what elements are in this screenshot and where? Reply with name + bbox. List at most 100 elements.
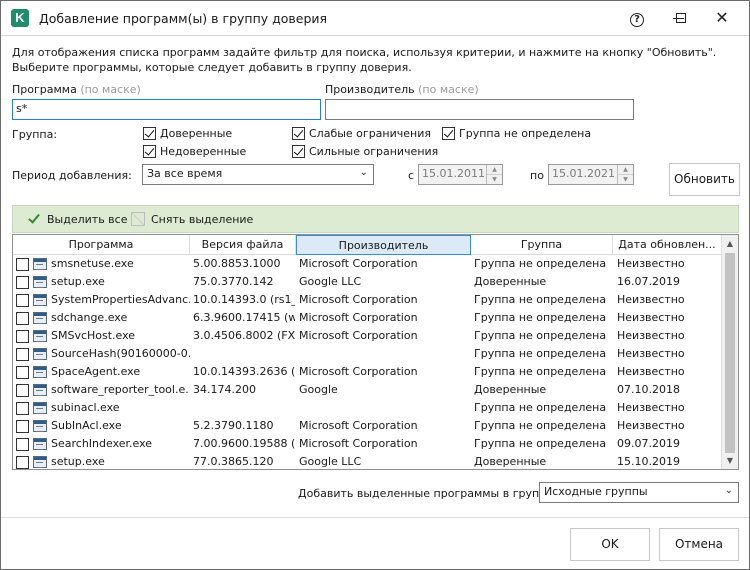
cell-group: Группа не определена bbox=[474, 365, 607, 378]
refresh-button[interactable]: Обновить bbox=[669, 163, 740, 196]
scroll-up-icon[interactable]: ▲ bbox=[722, 235, 738, 252]
table-row[interactable]: SMSvcHost.exe 3.0.4506.8002 (FX... Micro… bbox=[13, 327, 722, 345]
cell-vendor: Microsoft Corporation bbox=[299, 329, 418, 342]
application-icon bbox=[33, 348, 47, 360]
cell-program: software_reporter_tool.e... bbox=[51, 383, 190, 396]
help-button[interactable]: ? bbox=[624, 7, 650, 29]
program-label-text: Программа bbox=[12, 83, 77, 96]
title-bar[interactable]: K Добавление программ(ы) в группу довери… bbox=[1, 1, 749, 36]
table-row[interactable]: setup.exe 77.0.3865.120 Google LLC Довер… bbox=[13, 453, 722, 469]
cell-date: Неизвестно bbox=[617, 311, 685, 324]
window-title: Добавление программ(ы) в группу доверия bbox=[39, 11, 328, 26]
table-row[interactable]: SystemPropertiesAdvanc... 10.0.14393.0 (… bbox=[13, 291, 722, 309]
row-checkbox[interactable] bbox=[16, 348, 29, 361]
row-checkbox[interactable] bbox=[16, 456, 29, 469]
spin-down-icon[interactable]: ▼ bbox=[618, 175, 633, 185]
cell-version: 5.00.8853.1000 bbox=[193, 257, 281, 270]
row-checkbox[interactable] bbox=[16, 438, 29, 451]
group-low-restricted-checkbox[interactable] bbox=[292, 127, 305, 140]
cell-vendor: Microsoft Corporation bbox=[299, 293, 418, 306]
row-checkbox[interactable] bbox=[16, 276, 29, 289]
cell-program: SMSvcHost.exe bbox=[51, 329, 136, 342]
cell-version: 10.0.14393.2636 (r... bbox=[193, 365, 295, 378]
table-row[interactable]: software_reporter_tool.e... 34.174.200 G… bbox=[13, 381, 722, 399]
spin-up-icon[interactable]: ▲ bbox=[618, 165, 633, 175]
cell-vendor: Google bbox=[299, 383, 338, 396]
group-low-restricted-option[interactable]: Слабые ограничения bbox=[292, 127, 431, 140]
cell-group: Группа не определена bbox=[474, 401, 607, 414]
close-button[interactable]: ✕ bbox=[709, 7, 735, 29]
table-row[interactable]: subinacl.exe Группа не определена Неизве… bbox=[13, 399, 722, 417]
cell-group: Группа не определена bbox=[474, 293, 607, 306]
group-label: Группа: bbox=[12, 128, 58, 141]
table-row[interactable]: SpaceAgent.exe 10.0.14393.2636 (r... Mic… bbox=[13, 363, 722, 381]
row-checkbox[interactable] bbox=[16, 258, 29, 271]
description-line-2: Выберите программы, которые следует доба… bbox=[12, 61, 412, 74]
cell-vendor: Microsoft Corporation bbox=[299, 365, 418, 378]
date-to-label: по bbox=[530, 169, 544, 182]
group-undefined-option[interactable]: Группа не определена bbox=[442, 127, 591, 140]
table-row[interactable]: setup.exe 75.0.3770.142 Google LLC Довер… bbox=[13, 273, 722, 291]
cell-version bbox=[193, 345, 295, 363]
table-row[interactable]: SearchIndexer.exe 7.00.9600.19588 (... M… bbox=[13, 435, 722, 453]
column-header-date[interactable]: Дата обновлен... bbox=[613, 235, 722, 255]
cell-program: subinacl.exe bbox=[51, 401, 120, 414]
application-icon bbox=[33, 312, 47, 324]
group-undefined-checkbox[interactable] bbox=[442, 127, 455, 140]
column-header-group[interactable]: Группа bbox=[471, 235, 613, 255]
group-untrusted-checkbox[interactable] bbox=[143, 145, 156, 158]
column-header-program[interactable]: Программа bbox=[13, 235, 190, 255]
table-row[interactable]: sdchange.exe 6.3.9600.17415 (wi... Micro… bbox=[13, 309, 722, 327]
program-filter-input[interactable]: s* bbox=[12, 99, 321, 120]
group-high-restricted-label: Сильные ограничения bbox=[309, 145, 439, 158]
table-row[interactable]: SourceHash(90160000-0... Группа не опред… bbox=[13, 345, 722, 363]
date-from-spinner[interactable]: ▲ ▼ bbox=[486, 165, 502, 184]
kaspersky-logo-icon: K bbox=[11, 9, 29, 27]
group-trusted-option[interactable]: Доверенные bbox=[143, 127, 232, 140]
scrollbar-thumb[interactable] bbox=[725, 253, 735, 453]
cell-vendor: Google LLC bbox=[299, 455, 362, 468]
ok-button[interactable]: OK bbox=[570, 528, 650, 561]
date-from-input[interactable]: 15.01.2011 ▲ ▼ bbox=[418, 164, 503, 185]
application-icon bbox=[33, 276, 47, 288]
cell-vendor bbox=[299, 399, 469, 417]
row-checkbox[interactable] bbox=[16, 402, 29, 415]
maximize-button[interactable] bbox=[668, 7, 694, 29]
cell-program: SubInAcl.exe bbox=[51, 419, 122, 432]
row-checkbox[interactable] bbox=[16, 330, 29, 343]
date-to-spinner[interactable]: ▲ ▼ bbox=[617, 165, 633, 184]
spin-down-icon[interactable]: ▼ bbox=[487, 175, 502, 185]
application-icon bbox=[33, 294, 47, 306]
cell-group: Доверенные bbox=[474, 275, 547, 288]
select-all-button[interactable]: Выделить все bbox=[27, 212, 127, 226]
cancel-button[interactable]: Отмена bbox=[659, 528, 739, 561]
row-checkbox[interactable] bbox=[16, 312, 29, 325]
row-checkbox[interactable] bbox=[16, 420, 29, 433]
cell-date: 09.07.2019 bbox=[617, 437, 680, 450]
row-checkbox[interactable] bbox=[16, 366, 29, 379]
scroll-down-icon[interactable]: ▼ bbox=[722, 452, 738, 469]
table-row[interactable]: SubInAcl.exe 5.2.3790.1180 Microsoft Cor… bbox=[13, 417, 722, 435]
cell-version: 10.0.14393.0 (rs1_... bbox=[193, 293, 295, 306]
cell-group: Группа не определена bbox=[474, 437, 607, 450]
application-icon bbox=[33, 420, 47, 432]
column-header-vendor[interactable]: Производитель bbox=[296, 235, 471, 255]
table-scrollbar[interactable]: ▲ ▼ bbox=[721, 235, 738, 469]
add-to-group-label: Добавить выделенные программы в группу bbox=[298, 487, 553, 500]
deselect-button[interactable]: Снять выделение bbox=[131, 212, 253, 226]
group-high-restricted-option[interactable]: Сильные ограничения bbox=[292, 145, 438, 158]
group-trusted-checkbox[interactable] bbox=[143, 127, 156, 140]
spin-up-icon[interactable]: ▲ bbox=[487, 165, 502, 175]
row-checkbox[interactable] bbox=[16, 294, 29, 307]
cell-version bbox=[193, 399, 295, 417]
column-header-version[interactable]: Версия файла bbox=[190, 235, 296, 255]
period-select[interactable]: За все время ⌄ bbox=[142, 164, 374, 185]
group-untrusted-option[interactable]: Недоверенные bbox=[143, 145, 246, 158]
table-row[interactable]: smsnetuse.exe 5.00.8853.1000 Microsoft C… bbox=[13, 255, 722, 273]
vendor-filter-input[interactable] bbox=[325, 99, 634, 120]
group-high-restricted-checkbox[interactable] bbox=[292, 145, 305, 158]
row-checkbox[interactable] bbox=[16, 384, 29, 397]
date-to-input[interactable]: 15.01.2021 ▲ ▼ bbox=[548, 164, 634, 185]
target-group-select[interactable]: Исходные группы ⌄ bbox=[539, 482, 739, 503]
group-trusted-label: Доверенные bbox=[160, 127, 233, 140]
